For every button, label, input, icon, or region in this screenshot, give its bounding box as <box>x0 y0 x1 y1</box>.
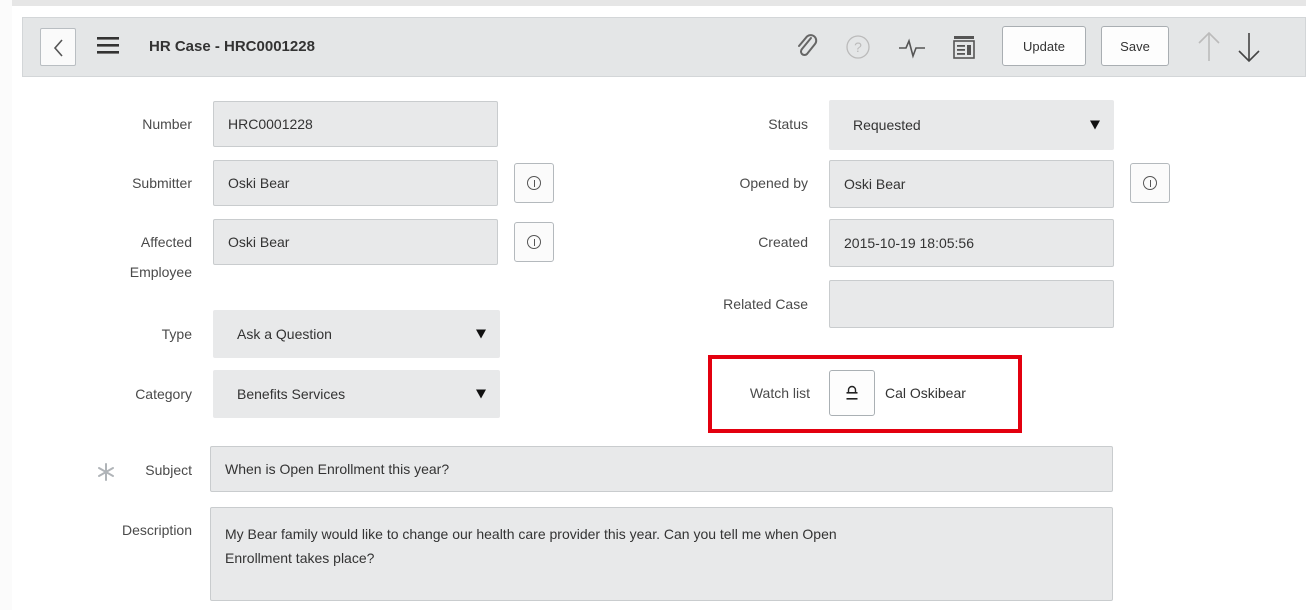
info-icon <box>1143 176 1157 190</box>
created-label: Created <box>758 234 808 250</box>
type-select[interactable]: Ask a Question <box>213 310 500 358</box>
category-select[interactable]: Benefits Services <box>213 370 500 418</box>
type-value: Ask a Question <box>237 326 332 342</box>
help-icon[interactable]: ? <box>844 32 872 62</box>
paperclip-icon[interactable] <box>793 32 821 62</box>
info-icon <box>527 235 541 249</box>
affected-employee-label-line1: Affected <box>140 234 192 250</box>
description-field[interactable]: My Bear family would like to change our … <box>210 507 1113 601</box>
status-select[interactable]: Requested <box>829 100 1114 150</box>
menu-icon[interactable] <box>97 35 119 55</box>
related-case-label: Related Case <box>723 296 808 312</box>
lock-icon <box>846 385 858 400</box>
submitter-field[interactable]: Oski Bear <box>213 160 498 206</box>
watch-list-value[interactable]: Cal Oskibear <box>885 385 1015 401</box>
description-label: Description <box>121 522 192 538</box>
description-line-1: My Bear family would like to change our … <box>225 526 837 542</box>
activity-icon[interactable] <box>898 32 926 62</box>
created-field[interactable]: 2015-10-19 18:05:56 <box>829 219 1114 267</box>
subject-field[interactable]: When is Open Enrollment this year? <box>210 446 1113 492</box>
chevron-down-icon <box>476 329 486 339</box>
subject-label: Subject <box>145 462 192 478</box>
affected-employee-label-line2: Employee <box>129 264 192 280</box>
top-border <box>0 0 1306 6</box>
opened-by-info-button[interactable] <box>1130 163 1170 203</box>
arrow-down-icon[interactable] <box>1235 30 1263 64</box>
description-line-2: Enrollment takes place? <box>225 550 375 566</box>
save-button[interactable]: Save <box>1101 26 1169 66</box>
affected-employee-info-button[interactable] <box>514 222 554 262</box>
update-button[interactable]: Update <box>1002 26 1086 66</box>
related-case-field[interactable] <box>829 280 1114 328</box>
watch-list-lock-button[interactable] <box>829 370 875 416</box>
back-icon <box>53 39 63 57</box>
form-header: HR Case - HRC0001228 ? Update Save <box>22 17 1306 77</box>
svg-text:?: ? <box>854 39 862 55</box>
info-icon <box>527 176 541 190</box>
back-button[interactable] <box>40 28 76 66</box>
chevron-down-icon <box>476 389 486 399</box>
opened-by-label: Opened by <box>739 175 809 191</box>
status-label: Status <box>768 116 808 132</box>
category-label: Category <box>135 386 192 402</box>
left-border <box>0 0 12 610</box>
chevron-down-icon <box>1090 120 1100 130</box>
status-value: Requested <box>853 117 921 133</box>
arrow-up-icon[interactable] <box>1195 30 1223 64</box>
affected-employee-field[interactable]: Oski Bear <box>213 219 498 265</box>
page-title: HR Case - HRC0001228 <box>149 38 315 55</box>
category-value: Benefits Services <box>237 386 346 402</box>
submitter-label: Submitter <box>132 175 192 191</box>
number-field[interactable]: HRC0001228 <box>213 101 498 147</box>
number-label: Number <box>142 116 192 132</box>
watch-list-label: Watch list <box>749 385 810 401</box>
context-menu-icon[interactable] <box>951 32 979 62</box>
type-label: Type <box>161 326 192 342</box>
submitter-info-button[interactable] <box>514 163 554 203</box>
opened-by-field[interactable]: Oski Bear <box>829 160 1114 208</box>
